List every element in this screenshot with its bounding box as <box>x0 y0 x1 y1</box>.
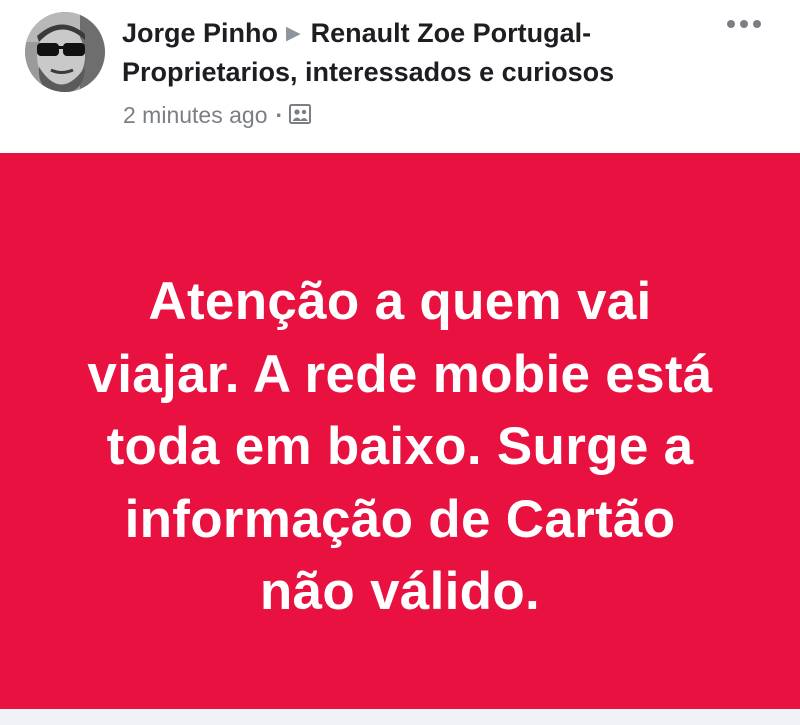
group-name-line1[interactable]: Renault Zoe Portugal- <box>311 18 592 48</box>
separator-dot: · <box>275 102 284 128</box>
post-header: Jorge Pinho ▶ Renault Zoe Portugal- Propri… <box>0 0 800 153</box>
avatar[interactable] <box>25 12 105 92</box>
post-meta: 2 minutes ago · <box>123 100 312 133</box>
post-text-line: viajar. A rede mobie está <box>87 344 713 404</box>
post-background-banner: Atenção a quem vai viajar. A rede mobie … <box>0 153 800 709</box>
more-options-icon[interactable] <box>726 14 766 34</box>
arrow-right-icon: ▶ <box>286 23 301 44</box>
group-icon <box>288 102 312 133</box>
post-title: Jorge Pinho ▶ Renault Zoe Portugal- Propri… <box>122 14 722 92</box>
post-card: Jorge Pinho ▶ Renault Zoe Portugal- Propri… <box>0 0 800 725</box>
group-name-line2[interactable]: Proprietarios, interessados e curiosos <box>122 57 614 87</box>
post-text-line: toda em baixo. Surge a <box>106 417 694 476</box>
timestamp[interactable]: 2 minutes ago <box>123 102 267 128</box>
divider <box>0 709 800 725</box>
author-name[interactable]: Jorge Pinho <box>122 18 278 48</box>
post-text-line: informação de Cartão <box>124 489 676 549</box>
post-text-line: Atenção a quem vai <box>148 272 652 331</box>
avatar-image <box>25 12 105 92</box>
post-text: Atenção a quem vai viajar. A rede mobie … <box>0 266 800 629</box>
post-text-line: não válido. <box>259 562 541 621</box>
